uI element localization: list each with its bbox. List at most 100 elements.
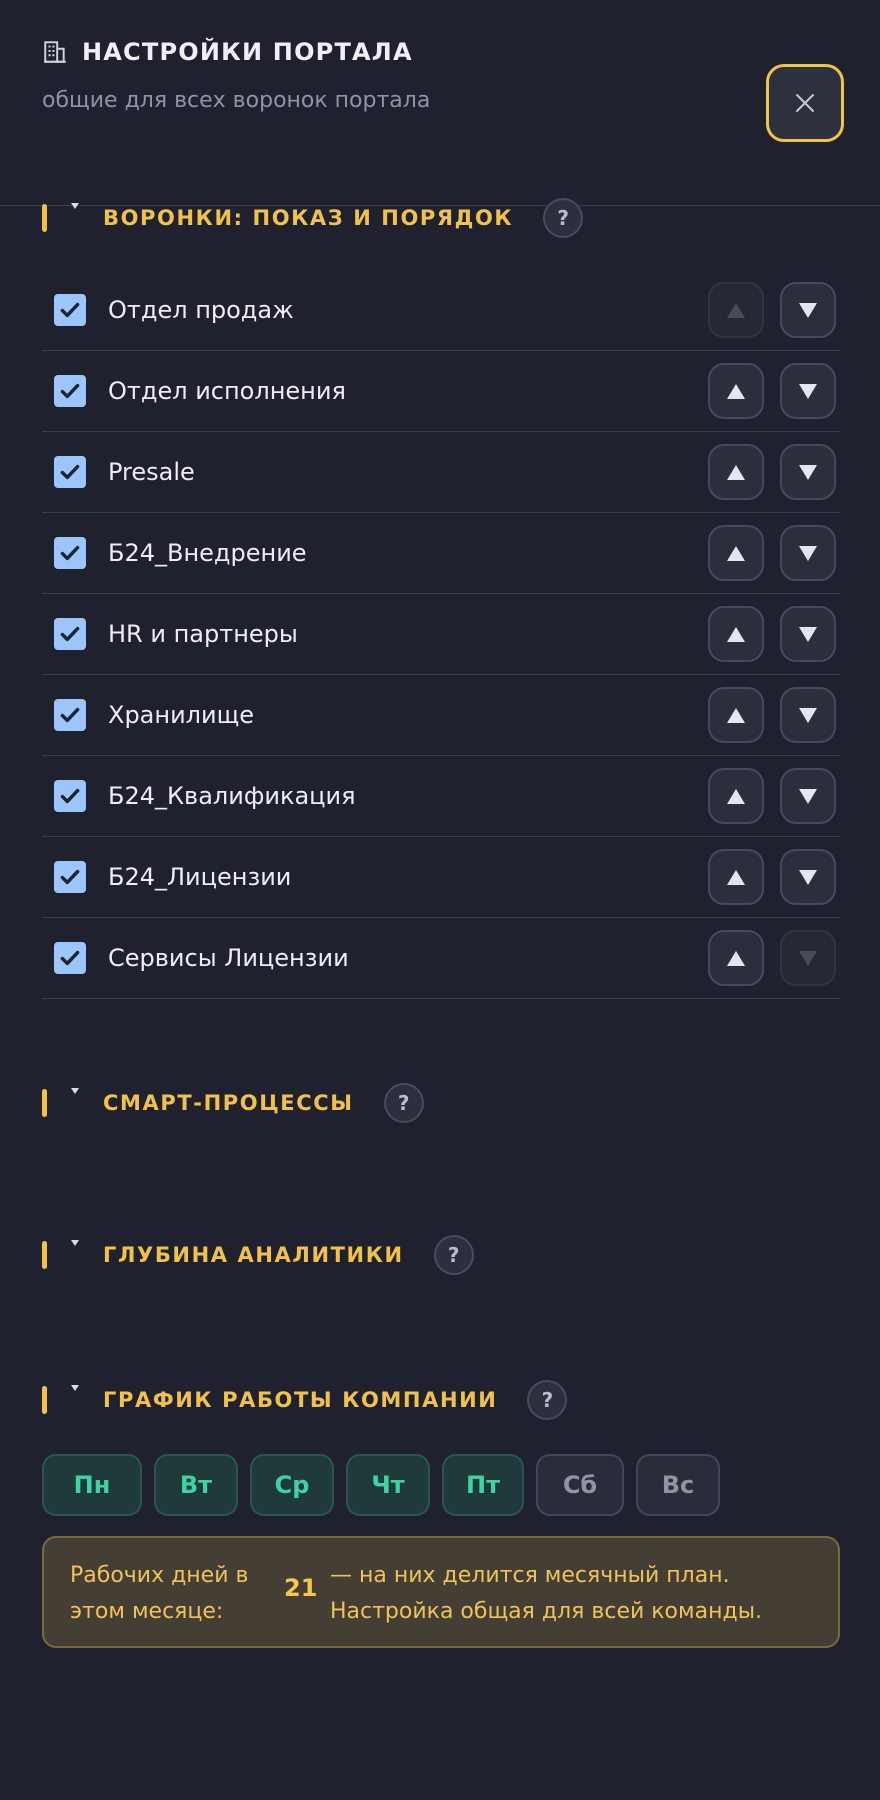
move-down-button[interactable] bbox=[780, 768, 836, 824]
funnel-name: Хранилище bbox=[108, 701, 254, 729]
arrow-down-icon bbox=[799, 302, 817, 318]
move-down-button[interactable] bbox=[780, 849, 836, 905]
section-accent-bar bbox=[42, 1089, 47, 1117]
move-up-button[interactable] bbox=[708, 768, 764, 824]
funnel-name: HR и партнеры bbox=[108, 620, 298, 648]
reorder-controls bbox=[708, 849, 836, 905]
move-up-button[interactable] bbox=[708, 525, 764, 581]
help-button[interactable]: ? bbox=[543, 198, 584, 238]
reorder-controls bbox=[708, 282, 836, 338]
arrow-up-icon bbox=[727, 545, 745, 561]
funnel-row: Б24_Квалификация bbox=[42, 756, 840, 837]
arrow-up-icon bbox=[727, 464, 745, 480]
move-up-button[interactable] bbox=[708, 444, 764, 500]
funnel-name: Сервисы Лицензии bbox=[108, 944, 349, 972]
weekday-toggle[interactable]: Сб bbox=[536, 1454, 624, 1516]
move-down-button[interactable] bbox=[780, 363, 836, 419]
reorder-controls bbox=[708, 768, 836, 824]
reorder-controls bbox=[708, 687, 836, 743]
building-icon bbox=[44, 41, 66, 63]
funnel-name: Б24_Лицензии bbox=[108, 863, 292, 891]
checkmark-icon bbox=[60, 302, 80, 318]
move-down-button[interactable] bbox=[780, 687, 836, 743]
funnel-row: Отдел исполнения bbox=[42, 351, 840, 432]
funnel-checkbox[interactable] bbox=[54, 618, 86, 650]
working-days-label: Рабочих дней в этом месяце: bbox=[70, 1563, 249, 1624]
section-schedule-header[interactable]: ГРАФИК РАБОТЫ КОМПАНИИ ? bbox=[42, 1378, 568, 1422]
working-days-info: Рабочих дней в этом месяце: 21 — на них … bbox=[42, 1536, 840, 1648]
checkmark-icon bbox=[60, 707, 80, 723]
funnel-name: Отдел исполнения bbox=[108, 377, 346, 405]
collapse-caret-icon bbox=[71, 1385, 79, 1391]
collapse-caret-icon bbox=[71, 1240, 79, 1246]
funnel-checkbox[interactable] bbox=[54, 294, 86, 326]
move-down-button[interactable] bbox=[780, 525, 836, 581]
weekday-toggle[interactable]: Пн bbox=[42, 1454, 142, 1516]
section-smart-title: СМАРТ-ПРОЦЕССЫ bbox=[103, 1091, 354, 1115]
reorder-controls bbox=[708, 363, 836, 419]
arrow-up-icon bbox=[727, 302, 745, 318]
weekday-toggle[interactable]: Ср bbox=[250, 1454, 334, 1516]
move-up-button[interactable] bbox=[708, 282, 764, 338]
funnel-row: Б24_Лицензии bbox=[42, 837, 840, 918]
weekday-toggle[interactable]: Чт bbox=[346, 1454, 430, 1516]
funnel-row: Сервисы Лицензии bbox=[42, 918, 840, 999]
move-down-button[interactable] bbox=[780, 930, 836, 986]
funnel-list: Отдел продаж Отдел исполнения Presale Б24_В… bbox=[42, 270, 840, 999]
funnel-checkbox[interactable] bbox=[54, 780, 86, 812]
funnel-checkbox[interactable] bbox=[54, 861, 86, 893]
help-button[interactable]: ? bbox=[433, 1235, 474, 1275]
funnel-row: Б24_Внедрение bbox=[42, 513, 840, 594]
page-title: НАСТРОЙКИ ПОРТАЛА bbox=[82, 38, 413, 66]
working-days-description: — на них делится месячный план. Настройк… bbox=[330, 1563, 763, 1624]
move-up-button[interactable] bbox=[708, 849, 764, 905]
arrow-down-icon bbox=[799, 464, 817, 480]
checkmark-icon bbox=[60, 869, 80, 885]
section-funnels-header[interactable]: ВОРОНКИ: ПОКАЗ И ПОРЯДОК ? bbox=[42, 196, 584, 240]
reorder-controls bbox=[708, 444, 836, 500]
move-up-button[interactable] bbox=[708, 930, 764, 986]
arrow-down-icon bbox=[799, 950, 817, 966]
funnel-row: Хранилище bbox=[42, 675, 840, 756]
funnel-row: Отдел продаж bbox=[42, 270, 840, 351]
checkmark-icon bbox=[60, 626, 80, 642]
funnel-name: Б24_Внедрение bbox=[108, 539, 307, 567]
checkmark-icon bbox=[60, 950, 80, 966]
arrow-up-icon bbox=[727, 950, 745, 966]
funnel-checkbox[interactable] bbox=[54, 942, 86, 974]
move-down-button[interactable] bbox=[780, 606, 836, 662]
weekday-toggle[interactable]: Пт bbox=[442, 1454, 524, 1516]
move-up-button[interactable] bbox=[708, 687, 764, 743]
funnel-row: HR и партнеры bbox=[42, 594, 840, 675]
weekday-toggle[interactable]: Вс bbox=[636, 1454, 720, 1516]
close-icon bbox=[796, 94, 814, 112]
arrow-down-icon bbox=[799, 545, 817, 561]
close-button[interactable] bbox=[766, 64, 844, 142]
move-up-button[interactable] bbox=[708, 363, 764, 419]
section-smart-header[interactable]: СМАРТ-ПРОЦЕССЫ ? bbox=[42, 1081, 424, 1125]
arrow-up-icon bbox=[727, 383, 745, 399]
funnel-checkbox[interactable] bbox=[54, 699, 86, 731]
checkmark-icon bbox=[60, 383, 80, 399]
arrow-down-icon bbox=[799, 788, 817, 804]
move-down-button[interactable] bbox=[780, 282, 836, 338]
checkmark-icon bbox=[60, 545, 80, 561]
funnel-checkbox[interactable] bbox=[54, 456, 86, 488]
funnel-checkbox[interactable] bbox=[54, 537, 86, 569]
settings-header: НАСТРОЙКИ ПОРТАЛА общие для всех воронок… bbox=[0, 0, 880, 206]
section-funnels-title: ВОРОНКИ: ПОКАЗ И ПОРЯДОК bbox=[103, 206, 514, 230]
checkmark-icon bbox=[60, 788, 80, 804]
move-up-button[interactable] bbox=[708, 606, 764, 662]
collapse-caret-icon bbox=[71, 203, 79, 209]
section-depth-header[interactable]: ГЛУБИНА АНАЛИТИКИ ? bbox=[42, 1233, 474, 1277]
weekday-toggles: Пн Вт Ср Чт Пт Сб Вс bbox=[42, 1454, 720, 1516]
help-button[interactable]: ? bbox=[527, 1380, 568, 1420]
arrow-up-icon bbox=[727, 626, 745, 642]
collapse-caret-icon bbox=[71, 1088, 79, 1094]
section-schedule-title: ГРАФИК РАБОТЫ КОМПАНИИ bbox=[103, 1388, 498, 1412]
weekday-toggle[interactable]: Вт bbox=[154, 1454, 238, 1516]
move-down-button[interactable] bbox=[780, 444, 836, 500]
section-accent-bar bbox=[42, 204, 47, 232]
funnel-checkbox[interactable] bbox=[54, 375, 86, 407]
help-button[interactable]: ? bbox=[383, 1083, 424, 1123]
